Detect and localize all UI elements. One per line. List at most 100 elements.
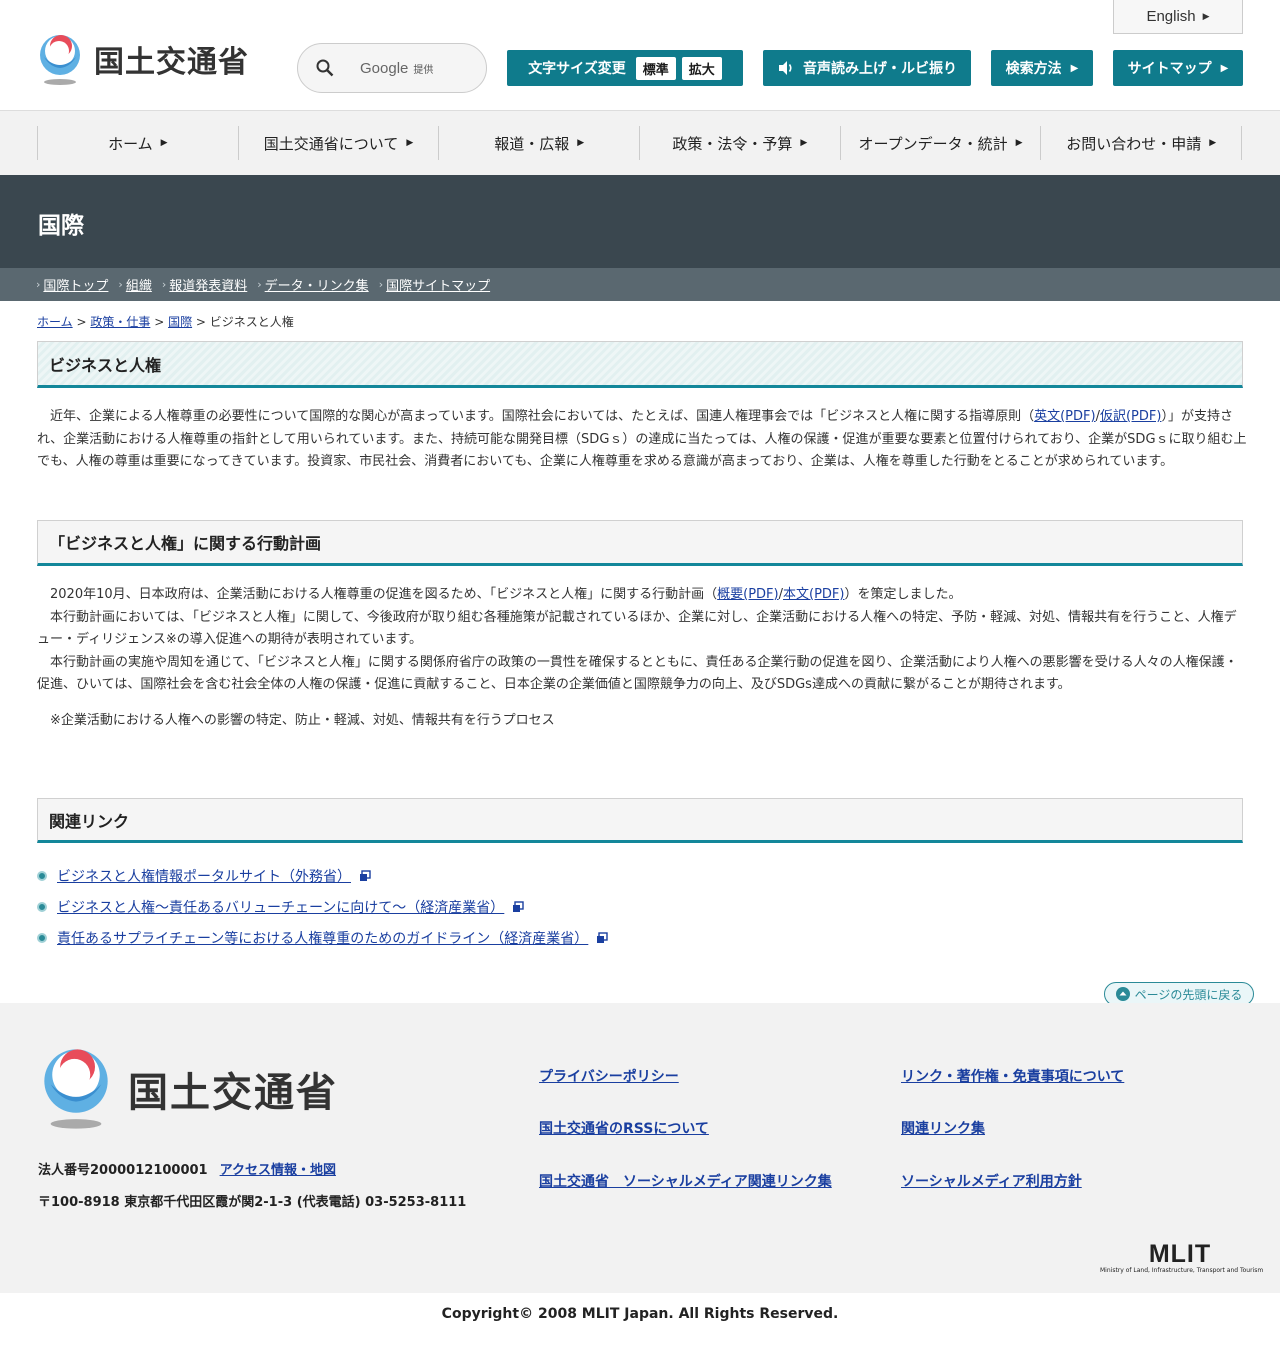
privacy-policy-link[interactable]: プライバシーポリシー	[539, 1066, 679, 1086]
page-top-label: ページの先頭に戻る	[1134, 987, 1243, 1002]
triangle-right-icon: ▶	[160, 138, 168, 148]
search-icon	[316, 59, 334, 77]
section-heading-action-plan: 「ビジネスと人権」に関する行動計画	[37, 520, 1243, 566]
breadcrumb-home[interactable]: ホーム	[37, 315, 73, 329]
chevron-right-icon: ›	[378, 278, 384, 291]
mlit-mark: MLIT Ministry of Land, Infrastructure, T…	[1100, 1240, 1263, 1274]
triangle-right-icon: ▶	[1015, 138, 1023, 148]
corp-number-text: 法人番号2000012100001	[38, 1163, 208, 1178]
breadcrumb-current: ビジネスと人権	[209, 315, 294, 329]
bullet-icon	[37, 901, 47, 912]
subnav-press[interactable]: 報道発表資料	[169, 275, 247, 294]
gnav-label: 政策・法令・予算	[672, 134, 793, 153]
search-brand: Google 提供	[360, 59, 434, 77]
subnav-sitemap[interactable]: 国際サイトマップ	[386, 275, 490, 294]
breadcrumb: ホーム > 政策・仕事 > 国際 > ビジネスと人権	[37, 313, 294, 330]
gnav-item-policy[interactable]: 政策・法令・予算 ▶	[639, 126, 840, 160]
list-item: ビジネスと人権～責任あるバリューチェーンに向けて～（経済産業省）	[37, 891, 608, 922]
breadcrumb-separator: >	[154, 315, 169, 329]
chevron-right-icon: ›	[257, 278, 262, 291]
breadcrumb-intl[interactable]: 国際	[168, 315, 192, 329]
gnav-label: ホーム	[108, 134, 153, 153]
triangle-right-icon: ▶	[1202, 11, 1210, 21]
breadcrumb-separator: >	[195, 315, 210, 329]
related-links-list: ビジネスと人権情報ポータルサイト（外務省） ビジネスと人権～責任あるバリューチェ…	[37, 860, 609, 953]
font-size-control: 文字サイズ変更 標準 拡大	[507, 50, 743, 86]
gnav-item-opendata[interactable]: オープンデータ・統計 ▶	[839, 126, 1041, 160]
gnav-label: 国土交通省について	[263, 134, 399, 153]
subnav-top[interactable]: 国際トップ	[43, 275, 108, 294]
external-link-icon	[513, 900, 525, 912]
chevron-right-icon: ›	[161, 278, 167, 291]
rss-link[interactable]: 国土交通省のRSSについて	[539, 1118, 709, 1138]
site-name: 国土交通省	[94, 45, 249, 80]
triangle-right-icon: ▶	[577, 138, 585, 148]
plan-fulltext-link[interactable]: 本文(PDF)	[783, 587, 844, 602]
sitemap-label: サイトマップ	[1127, 61, 1212, 77]
plan-footnote: ※企業活動における人権への影響の特定、防止・軽減、対処、情報共有を行うプロセス	[37, 712, 555, 728]
reading-button[interactable]: 音声読み上げ・ルビ振り	[763, 50, 971, 86]
font-size-large-button[interactable]: 拡大	[681, 56, 722, 80]
triangle-right-icon: ▶	[800, 138, 808, 148]
arrow-up-icon	[1115, 987, 1130, 1001]
search-method-label: 検索方法	[1005, 61, 1062, 77]
category-title: 国際	[38, 213, 84, 239]
intro-text: 近年、企業による人権尊重の必要性について国際的な関心が高まっています。国際社会に…	[37, 409, 1035, 424]
intro-paragraph: 近年、企業による人権尊重の必要性について国際的な関心が高まっています。国際社会に…	[37, 406, 1247, 474]
related-link-mofa[interactable]: ビジネスと人権情報ポータルサイト（外務省）	[57, 866, 351, 886]
gnav-label: 報道・広報	[494, 134, 570, 153]
site-footer: 国土交通省 法人番号2000012100001 アクセス情報・地図 〒100-89…	[0, 1003, 1280, 1293]
gnav-item-press[interactable]: 報道・広報 ▶	[438, 126, 639, 160]
external-link-icon	[360, 869, 371, 881]
plan-text: 2020年10月、日本政府は、企業活動における人権尊重の促進を図るため、「ビジネ…	[37, 587, 718, 602]
search-method-button[interactable]: 検索方法 ▶	[991, 50, 1093, 86]
footer-address: 〒100-8918 東京都千代田区霞が関2-1-3 (代表電話) 03-5253…	[38, 1195, 467, 1210]
chevron-right-icon: ›	[118, 278, 123, 291]
category-subnav: › 国際トップ › 組織 › 報道発表資料 › データ・リンク集 › 国際サイトマップ	[0, 268, 1280, 301]
social-media-links-link[interactable]: 国土交通省 ソーシャルメディア関連リンク集	[539, 1171, 832, 1191]
breadcrumb-separator: >	[76, 315, 91, 329]
plan-paragraph-3: 本行動計画の実施や周知を通じて、「ビジネスと人権」に関する関係府省庁の政策の一貫…	[37, 654, 1238, 693]
plan-text: ）を策定しました。	[844, 587, 962, 602]
page-title-text: ビジネスと人権	[49, 355, 162, 375]
section-heading-related: 関連リンク	[37, 798, 1243, 843]
english-button[interactable]: English ▶	[1113, 0, 1243, 34]
site-logo[interactable]: 国土交通省	[36, 33, 266, 87]
site-header: 国土交通省 Google 提供 English ▶ 文字サイズ変更 標準 拡大 音声…	[0, 0, 1280, 111]
subnav-data[interactable]: データ・リンク集	[265, 275, 369, 294]
reading-label: 音声読み上げ・ルビ振り	[803, 61, 957, 77]
access-map-link[interactable]: アクセス情報・地図	[220, 1163, 336, 1178]
footer-logo[interactable]: 国土交通省	[38, 1046, 338, 1132]
site-search-input[interactable]: Google 提供	[297, 43, 487, 93]
subnav-org[interactable]: 組織	[126, 275, 152, 294]
guiding-principles-en-link[interactable]: 英文(PDF)	[1034, 409, 1095, 424]
gnav-label: お問い合わせ・申請	[1066, 134, 1202, 153]
external-link-icon	[597, 931, 609, 943]
list-item: ビジネスと人権情報ポータルサイト（外務省）	[37, 860, 608, 891]
plan-paragraph-2: 本行動計画においては、「ビジネスと人権」に関して、今後政府が取り組む各種施策が記…	[37, 609, 1237, 648]
corporate-number: 法人番号2000012100001 アクセス情報・地図	[38, 1159, 336, 1178]
gnav-item-contact[interactable]: お問い合わせ・申請 ▶	[1040, 126, 1243, 160]
breadcrumb-policy[interactable]: 政策・仕事	[90, 315, 150, 329]
mlit-mark-text: MLIT	[1148, 1240, 1212, 1268]
triangle-right-icon: ▶	[1220, 62, 1229, 74]
list-item: 責任あるサプライチェーン等における人権尊重のためのガイドライン（経済産業省）	[37, 922, 609, 953]
social-media-policy-link[interactable]: ソーシャルメディア利用方針	[901, 1171, 1082, 1191]
related-link-meti-valuechain[interactable]: ビジネスと人権～責任あるバリューチェーンに向けて～（経済産業省）	[57, 897, 504, 917]
section-title-text: 関連リンク	[49, 811, 130, 831]
guiding-principles-ja-link[interactable]: 仮訳(PDF)	[1100, 409, 1161, 424]
triangle-right-icon: ▶	[1070, 62, 1079, 74]
gnav-item-home[interactable]: ホーム ▶	[37, 126, 238, 160]
copyright-disclaimer-link[interactable]: リンク・著作権・免責事項について	[901, 1066, 1124, 1086]
related-link-meti-guideline[interactable]: 責任あるサプライチェーン等における人権尊重のためのガイドライン（経済産業省）	[57, 928, 588, 948]
mlit-emblem-icon	[44, 1049, 108, 1129]
font-size-standard-button[interactable]: 標準	[635, 56, 676, 80]
triangle-right-icon: ▶	[1209, 138, 1217, 148]
footer-site-name: 国土交通省	[128, 1070, 338, 1116]
related-links-link[interactable]: 関連リンク集	[901, 1118, 985, 1138]
section-title-text: 「ビジネスと人権」に関する行動計画	[49, 534, 322, 553]
plan-summary-link[interactable]: 概要(PDF)	[717, 587, 778, 602]
sitemap-button[interactable]: サイトマップ ▶	[1113, 50, 1243, 86]
gnav-label: オープンデータ・統計	[858, 134, 1008, 153]
gnav-item-about[interactable]: 国土交通省について ▶	[237, 126, 439, 160]
